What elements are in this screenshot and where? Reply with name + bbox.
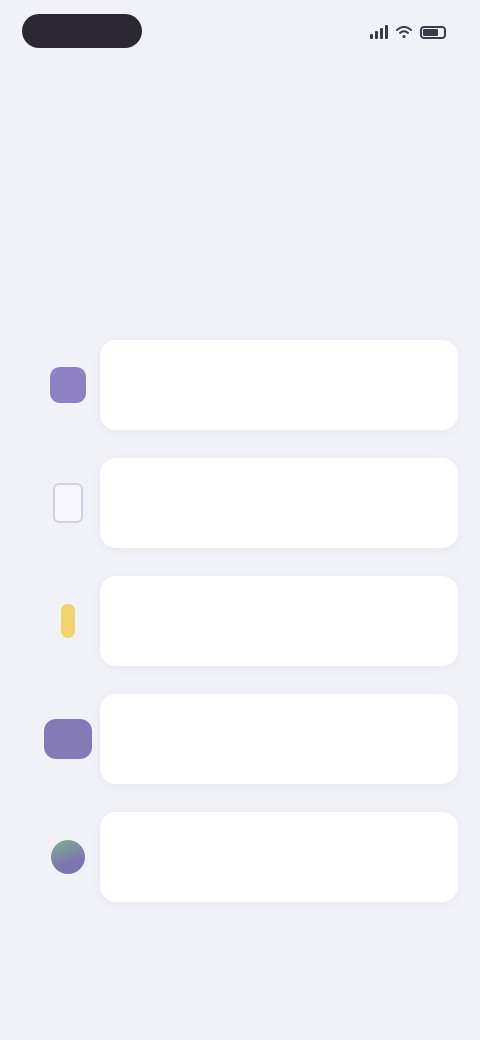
battery-icon: [420, 25, 446, 39]
option-item-chat[interactable]: [30, 340, 458, 430]
status-icons: [370, 22, 446, 42]
option-card[interactable]: [100, 694, 458, 784]
back-button[interactable]: [36, 78, 106, 100]
option-item-document[interactable]: [30, 458, 458, 548]
option-item-group[interactable]: [30, 694, 458, 784]
option-item-globe[interactable]: [30, 812, 458, 902]
option-card[interactable]: [100, 458, 458, 548]
globe-icon: [38, 827, 98, 887]
status-time: [22, 14, 142, 48]
option-card[interactable]: [100, 340, 458, 430]
chat-icon: [38, 355, 98, 415]
option-item-lightbulb[interactable]: [30, 576, 458, 666]
document-icon: [38, 473, 98, 533]
lightbulb-icon: [38, 591, 98, 651]
wifi-icon: [396, 26, 412, 38]
option-card[interactable]: [100, 812, 458, 902]
option-card[interactable]: [100, 576, 458, 666]
signal-icon: [370, 25, 388, 39]
group-icon: [38, 709, 98, 769]
option-list: [30, 340, 458, 930]
status-bar: [0, 0, 480, 64]
